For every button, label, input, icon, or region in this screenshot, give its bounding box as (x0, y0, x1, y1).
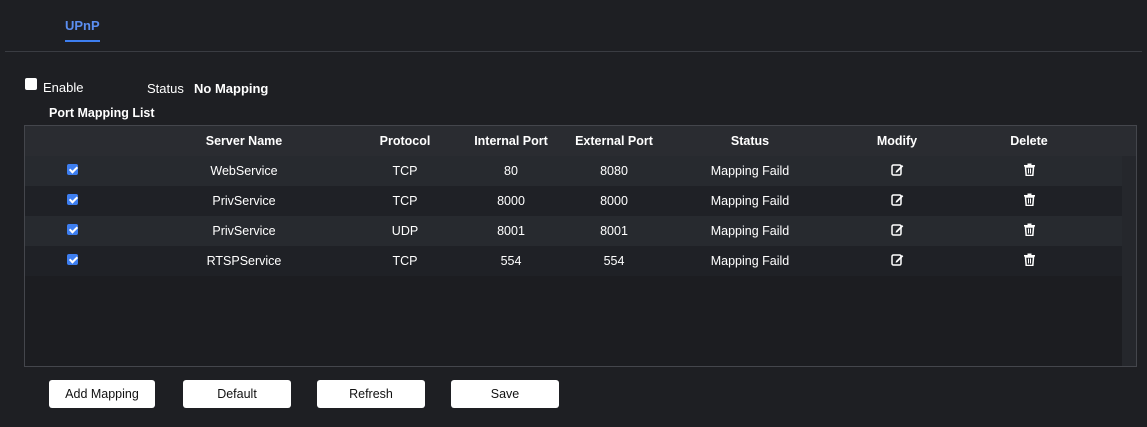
cell-server-name: PrivService (212, 194, 276, 208)
default-button[interactable]: Default (183, 380, 291, 408)
cell-protocol: TCP (392, 194, 418, 208)
cell-server-name: WebService (210, 164, 278, 178)
edit-icon[interactable] (890, 253, 904, 266)
table-row: PrivService UDP 8001 8001 Mapping Faild (25, 216, 1122, 246)
table-row: RTSPService TCP 554 554 Mapping Faild (25, 246, 1122, 276)
table-body: WebService TCP 80 8080 Mapping Faild Pri… (25, 156, 1122, 276)
cell-protocol: TCP (392, 254, 418, 268)
table-header: Server Name Protocol Internal Port Exter… (25, 126, 1136, 156)
header-delete: Delete (1010, 134, 1048, 148)
header-protocol: Protocol (379, 134, 431, 148)
edit-icon[interactable] (890, 223, 904, 236)
cell-external-port: 8080 (600, 164, 628, 178)
enable-label: Enable (43, 80, 84, 95)
tab-upnp[interactable]: UPnP (65, 18, 100, 42)
cell-server-name: RTSPService (206, 254, 282, 268)
cell-status: Mapping Faild (710, 224, 790, 238)
status-label: Status (147, 81, 184, 96)
table-row: WebService TCP 80 8080 Mapping Faild (25, 156, 1122, 186)
cell-external-port: 8001 (600, 224, 628, 238)
cell-external-port: 554 (603, 254, 625, 268)
header-status: Status (730, 134, 770, 148)
row-checkbox[interactable] (67, 194, 78, 205)
cell-protocol: UDP (391, 224, 419, 238)
table-scrollbar[interactable] (1122, 156, 1136, 366)
header-modify: Modify (876, 134, 918, 148)
trash-icon[interactable] (1023, 253, 1036, 267)
trash-icon[interactable] (1023, 223, 1036, 237)
cell-internal-port: 80 (504, 164, 518, 178)
cell-server-name: PrivService (212, 224, 276, 238)
upnp-panel: UPnP Enable Status No Mapping Port Mappi… (5, 4, 1142, 423)
cell-protocol: TCP (392, 164, 418, 178)
tab-bar: UPnP (5, 4, 1142, 52)
edit-icon[interactable] (890, 193, 904, 206)
header-external-port: External Port (575, 134, 653, 148)
port-mapping-table: Server Name Protocol Internal Port Exter… (24, 125, 1137, 367)
row-checkbox[interactable] (67, 164, 78, 175)
status-value: No Mapping (194, 81, 269, 96)
refresh-button[interactable]: Refresh (317, 380, 425, 408)
header-server-name: Server Name (205, 134, 283, 148)
edit-icon[interactable] (890, 163, 904, 176)
enable-checkbox[interactable] (25, 77, 37, 90)
header-internal-port: Internal Port (474, 134, 548, 148)
trash-icon[interactable] (1023, 163, 1036, 177)
add-mapping-button[interactable]: Add Mapping (49, 380, 155, 408)
cell-status: Mapping Faild (710, 254, 790, 268)
port-mapping-list-title: Port Mapping List (49, 106, 155, 120)
cell-internal-port: 8001 (497, 224, 525, 238)
trash-icon[interactable] (1023, 193, 1036, 207)
row-checkbox[interactable] (67, 254, 78, 265)
cell-status: Mapping Faild (710, 194, 790, 208)
cell-external-port: 8000 (600, 194, 628, 208)
row-checkbox[interactable] (67, 224, 78, 235)
cell-internal-port: 554 (500, 254, 522, 268)
cell-internal-port: 8000 (497, 194, 525, 208)
save-button[interactable]: Save (451, 380, 559, 408)
enable-row: Enable (25, 77, 84, 95)
cell-status: Mapping Faild (710, 164, 790, 178)
table-row: PrivService TCP 8000 8000 Mapping Faild (25, 186, 1122, 216)
